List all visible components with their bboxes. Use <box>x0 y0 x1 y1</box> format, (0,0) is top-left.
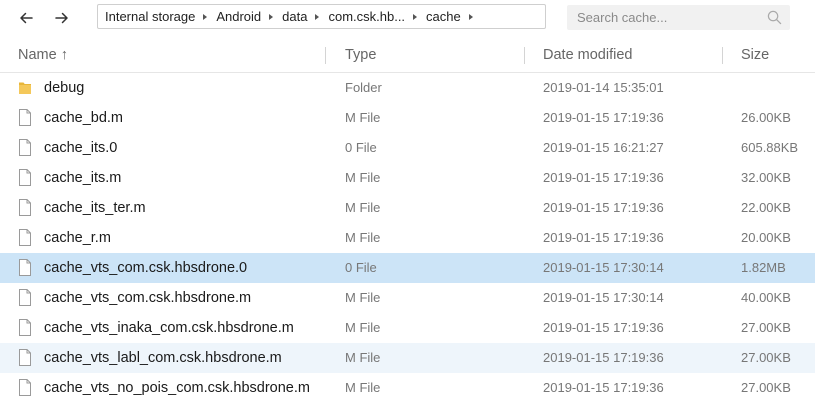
file-size: 40.00KB <box>741 290 791 305</box>
file-name: cache_bd.m <box>44 110 123 126</box>
file-size: 27.00KB <box>741 350 791 365</box>
breadcrumb-separator-icon <box>413 13 418 20</box>
file-name: cache_vts_labl_com.csk.hbsdrone.m <box>44 350 282 366</box>
file-type: 0 File <box>345 140 377 155</box>
search-input[interactable] <box>575 9 764 26</box>
toolbar: Internal storage Android data com.csk.hb… <box>0 0 815 36</box>
file-date-modified: 2019-01-15 17:19:36 <box>543 110 664 125</box>
file-type: M File <box>345 230 381 245</box>
file-row[interactable]: cache_its.m M File 2019-01-15 17:19:36 32.0… <box>0 163 815 193</box>
file-name: cache_r.m <box>44 230 111 246</box>
breadcrumb-separator-icon <box>315 13 320 20</box>
file-name: cache_vts_no_pois_com.csk.hbsdrone.m <box>44 380 310 396</box>
file-size: 1.82MB <box>741 260 786 275</box>
file-row[interactable]: cache_vts_inaka_com.csk.hbsdrone.m M File… <box>0 313 815 343</box>
file-row[interactable]: cache_its_ter.m M File 2019-01-15 17:19:36… <box>0 193 815 223</box>
file-name: debug <box>44 80 85 96</box>
column-divider[interactable] <box>325 47 326 64</box>
file-date-modified: 2019-01-15 17:19:36 <box>543 170 664 185</box>
file-row[interactable]: debug Folder 2019-01-14 15:35:01 <box>0 73 815 103</box>
breadcrumb-separator-icon <box>203 13 208 20</box>
file-row[interactable]: cache_vts_no_pois_com.csk.hbsdrone.m M Fi… <box>0 373 815 403</box>
file-icon <box>19 139 31 156</box>
file-size: 27.00KB <box>741 380 791 395</box>
column-divider[interactable] <box>722 47 723 64</box>
file-icon <box>19 199 31 216</box>
file-size: 605.88KB <box>741 140 799 155</box>
file-size: 22.00KB <box>741 200 791 215</box>
file-type: M File <box>345 170 381 185</box>
file-date-modified: 2019-01-15 17:19:36 <box>543 200 664 215</box>
file-date-modified: 2019-01-15 17:19:36 <box>543 350 664 365</box>
file-icon <box>19 109 31 126</box>
breadcrumb-data[interactable]: data <box>280 9 309 24</box>
column-type[interactable]: Type <box>345 38 376 72</box>
address-bar[interactable]: Internal storage Android data com.csk.hb… <box>97 4 546 29</box>
file-type: 0 File <box>345 260 377 275</box>
forward-button[interactable] <box>50 6 74 30</box>
file-date-modified: 2019-01-15 16:21:27 <box>543 140 664 155</box>
file-icon <box>19 259 31 276</box>
file-icon <box>19 349 31 366</box>
file-row[interactable]: cache_bd.m M File 2019-01-15 17:19:36 26.00… <box>0 103 815 133</box>
file-type: M File <box>345 200 381 215</box>
file-type: M File <box>345 380 381 395</box>
file-row[interactable]: cache_its.0 0 File 2019-01-15 16:21:27 605.… <box>0 133 815 163</box>
file-row[interactable]: cache_vts_com.csk.hbsdrone.m M File 2019-0… <box>0 283 815 313</box>
file-name: cache_its.0 <box>44 140 118 156</box>
file-icon <box>19 319 31 336</box>
file-date-modified: 2019-01-15 17:30:14 <box>543 290 664 305</box>
column-size[interactable]: Size <box>741 38 769 72</box>
file-type: M File <box>345 290 381 305</box>
file-date-modified: 2019-01-15 17:19:36 <box>543 230 664 245</box>
file-size: 27.00KB <box>741 320 791 335</box>
file-size: 32.00KB <box>741 170 791 185</box>
file-date-modified: 2019-01-15 17:19:36 <box>543 380 664 395</box>
file-name: cache_its_ter.m <box>44 200 146 216</box>
file-icon <box>19 169 31 186</box>
column-header: Name ↑ Type Date modified Size <box>0 38 815 73</box>
back-button[interactable] <box>14 6 38 30</box>
folder-icon <box>19 82 31 94</box>
file-date-modified: 2019-01-15 17:30:14 <box>543 260 664 275</box>
file-date-modified: 2019-01-14 15:35:01 <box>543 80 664 95</box>
file-icon <box>19 379 31 396</box>
breadcrumb-cache[interactable]: cache <box>424 9 463 24</box>
column-name[interactable]: Name ↑ <box>18 38 68 72</box>
file-name: cache_vts_inaka_com.csk.hbsdrone.m <box>44 320 294 336</box>
file-name: cache_vts_com.csk.hbsdrone.m <box>44 290 252 306</box>
back-arrow-icon <box>20 12 33 24</box>
breadcrumb-separator-icon <box>468 13 473 20</box>
search-icon[interactable] <box>767 10 782 25</box>
file-type: M File <box>345 110 381 125</box>
file-icon <box>19 229 31 246</box>
file-size: 26.00KB <box>741 110 791 125</box>
breadcrumb-separator-icon <box>269 13 274 20</box>
forward-arrow-icon <box>55 12 68 24</box>
file-row[interactable]: cache_vts_com.csk.hbsdrone.0 0 File 2019-0… <box>0 253 815 283</box>
file-row[interactable]: cache_r.m M File 2019-01-15 17:19:36 20.00K… <box>0 223 815 253</box>
breadcrumb-package[interactable]: com.csk.hb... <box>326 9 407 24</box>
column-divider[interactable] <box>524 47 525 64</box>
file-type: M File <box>345 320 381 335</box>
column-date-modified[interactable]: Date modified <box>543 38 632 72</box>
file-row[interactable]: cache_vts_labl_com.csk.hbsdrone.m M File 2… <box>0 343 815 373</box>
search-box <box>567 5 790 30</box>
file-size: 20.00KB <box>741 230 791 245</box>
breadcrumb-internal-storage[interactable]: Internal storage <box>103 9 197 24</box>
file-icon <box>19 289 31 306</box>
file-type: Folder <box>345 80 382 95</box>
file-date-modified: 2019-01-15 17:19:36 <box>543 320 664 335</box>
file-name: cache_its.m <box>44 170 122 186</box>
breadcrumb-android[interactable]: Android <box>214 9 263 24</box>
file-type: M File <box>345 350 381 365</box>
file-name: cache_vts_com.csk.hbsdrone.0 <box>44 260 248 276</box>
